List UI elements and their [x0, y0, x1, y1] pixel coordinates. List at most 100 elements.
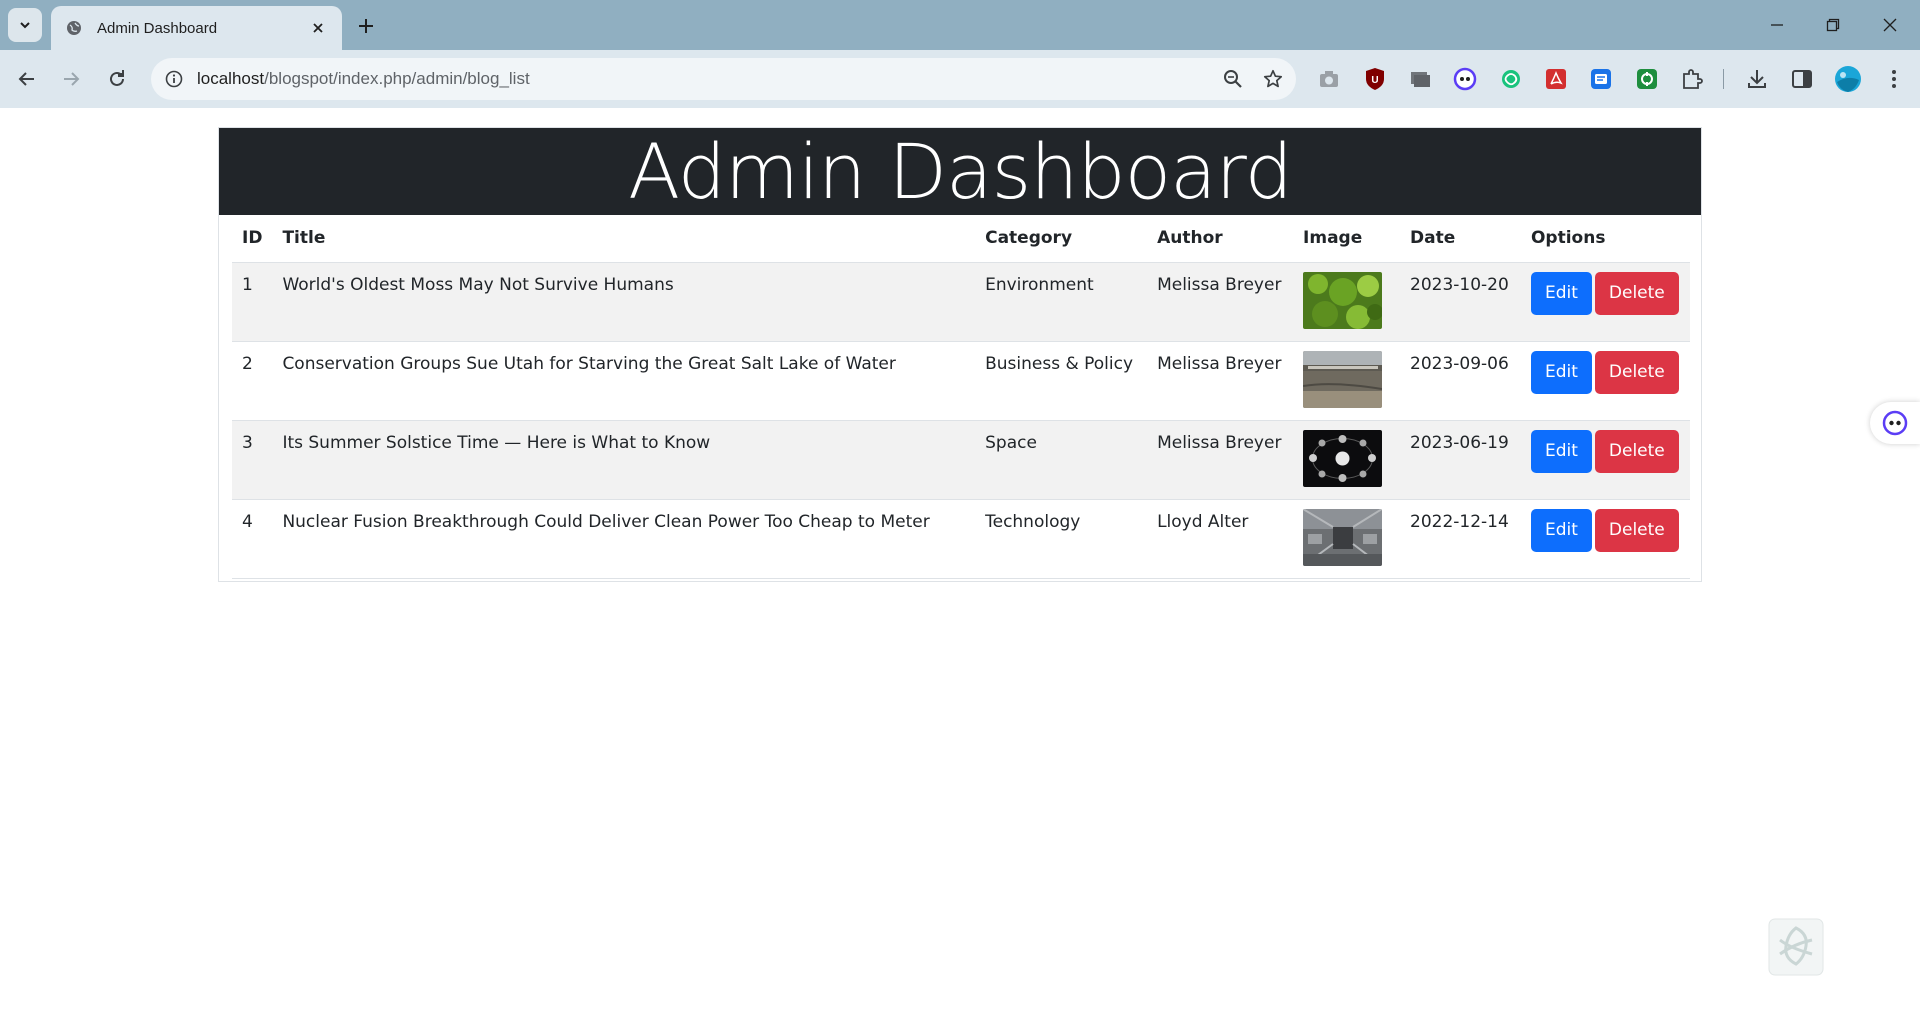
column-header-date: Date: [1400, 215, 1521, 263]
edit-button[interactable]: Edit: [1530, 350, 1592, 394]
chevron-down-icon: [20, 22, 30, 29]
site-info-icon[interactable]: [159, 64, 189, 94]
cell-image: [1293, 341, 1401, 421]
reload-icon: [110, 70, 124, 86]
delete-button[interactable]: Delete: [1594, 429, 1679, 473]
cell-image: [1293, 420, 1401, 500]
cell-category: Environment: [975, 262, 1148, 342]
delete-button[interactable]: Delete: [1594, 508, 1679, 552]
url-host: localhost: [197, 69, 265, 88]
forward-button[interactable]: [55, 63, 87, 95]
toolbar-divider: [1723, 69, 1724, 89]
cell-category: Technology: [975, 499, 1148, 579]
cell-image: [1293, 499, 1401, 579]
moss-thumbnail: [1303, 271, 1383, 329]
cell-author: Lloyd Alter: [1147, 499, 1294, 579]
profile-avatar[interactable]: [1833, 64, 1863, 94]
cell-date: 2023-06-19: [1400, 420, 1521, 500]
extensions-puzzle-icon[interactable]: [1677, 64, 1707, 94]
close-icon: [1883, 18, 1897, 32]
assistant-face-icon: [1882, 410, 1908, 436]
restore-button[interactable]: [1816, 8, 1850, 42]
address-bar[interactable]: localhost/blogspot/index.php/admin/blog_…: [151, 58, 1296, 100]
fusion-thumbnail: [1303, 508, 1383, 566]
edit-button[interactable]: Edit: [1530, 271, 1592, 315]
translate-extension-icon[interactable]: [1586, 64, 1616, 94]
watermark-logo-icon[interactable]: [1768, 918, 1824, 976]
cell-id: 3: [232, 420, 273, 500]
cell-options: Edit Delete: [1520, 262, 1690, 342]
active-tab[interactable]: Admin Dashboard: [51, 6, 342, 50]
dashboard-container: Admin Dashboard ID Title Category Author…: [218, 127, 1702, 582]
cell-id: 2: [232, 341, 273, 421]
side-panel-icon[interactable]: [1787, 64, 1817, 94]
cell-author: Melissa Breyer: [1147, 262, 1294, 342]
table-row: 2 Conservation Groups Sue Utah for Starv…: [232, 341, 1690, 421]
edit-button[interactable]: Edit: [1530, 429, 1592, 473]
column-header-author: Author: [1147, 215, 1294, 263]
minimize-button[interactable]: [1760, 8, 1794, 42]
download-icon[interactable]: [1742, 64, 1772, 94]
back-button[interactable]: [11, 63, 43, 95]
cell-date: 2023-10-20: [1400, 262, 1521, 342]
table-header-row: ID Title Category Author Image Date Opti…: [232, 215, 1690, 263]
cell-id: 1: [232, 262, 273, 342]
url-text: localhost/blogspot/index.php/admin/blog_…: [197, 69, 1216, 89]
cell-author: Melissa Breyer: [1147, 420, 1294, 500]
assistant-side-button[interactable]: [1870, 402, 1920, 444]
cell-title: Its Summer Solstice Time — Here is What …: [272, 420, 976, 500]
cell-options: Edit Delete: [1520, 341, 1690, 421]
cell-author: Melissa Breyer: [1147, 341, 1294, 421]
arrow-left-icon: [18, 72, 34, 86]
edit-button[interactable]: Edit: [1530, 508, 1592, 552]
minimize-icon: [1771, 24, 1783, 26]
column-header-title: Title: [272, 215, 976, 263]
restore-icon: [1826, 18, 1840, 32]
lake-thumbnail: [1303, 350, 1383, 408]
cell-title: World's Oldest Moss May Not Survive Huma…: [272, 262, 976, 342]
windows-extension-icon[interactable]: [1405, 64, 1435, 94]
dashboard-header: Admin Dashboard: [219, 128, 1701, 215]
reload-button[interactable]: [101, 63, 133, 95]
blog-table: ID Title Category Author Image Date Opti…: [232, 215, 1690, 579]
close-window-button[interactable]: [1873, 8, 1907, 42]
column-header-image: Image: [1293, 215, 1401, 263]
table-row: 3 Its Summer Solstice Time — Here is Wha…: [232, 420, 1690, 500]
column-header-category: Category: [975, 215, 1148, 263]
delete-button[interactable]: Delete: [1594, 271, 1679, 315]
camera-extension-icon[interactable]: [1314, 64, 1344, 94]
delete-button[interactable]: Delete: [1594, 350, 1679, 394]
cell-title: Nuclear Fusion Breakthrough Could Delive…: [272, 499, 976, 579]
cell-date: 2023-09-06: [1400, 341, 1521, 421]
ublock-extension-icon[interactable]: U: [1360, 64, 1390, 94]
cell-date: 2022-12-14: [1400, 499, 1521, 579]
browser-tab-bar: Admin Dashboard: [0, 0, 1920, 50]
sync-extension-icon[interactable]: [1632, 64, 1662, 94]
column-header-options: Options: [1520, 215, 1690, 263]
close-tab-icon[interactable]: [308, 18, 328, 38]
table-row: 4 Nuclear Fusion Breakthrough Could Deli…: [232, 499, 1690, 579]
new-tab-button[interactable]: [352, 12, 380, 40]
tab-list-button[interactable]: [8, 8, 42, 42]
plus-icon: [359, 19, 373, 33]
cell-title: Conservation Groups Sue Utah for Starvin…: [272, 341, 976, 421]
zoom-icon[interactable]: [1216, 62, 1250, 96]
cell-category: Space: [975, 420, 1148, 500]
svg-text:U: U: [1371, 75, 1378, 86]
cell-options: Edit Delete: [1520, 499, 1690, 579]
cell-options: Edit Delete: [1520, 420, 1690, 500]
column-header-id: ID: [232, 215, 273, 263]
table-row: 1 World's Oldest Moss May Not Survive Hu…: [232, 262, 1690, 342]
bookmark-star-icon[interactable]: [1256, 62, 1290, 96]
browser-toolbar: localhost/blogspot/index.php/admin/blog_…: [0, 50, 1920, 108]
chatgpt-extension-icon[interactable]: [1496, 64, 1526, 94]
kebab-menu-icon[interactable]: [1879, 64, 1909, 94]
cell-id: 4: [232, 499, 273, 579]
ai-assistant-extension-icon[interactable]: [1450, 64, 1480, 94]
tab-title: Admin Dashboard: [97, 19, 218, 37]
solstice-thumbnail: [1303, 429, 1383, 487]
globe-icon: [65, 19, 83, 37]
pdf-extension-icon[interactable]: [1541, 64, 1571, 94]
cell-category: Business & Policy: [975, 341, 1148, 421]
page-title: Admin Dashboard: [628, 127, 1293, 216]
